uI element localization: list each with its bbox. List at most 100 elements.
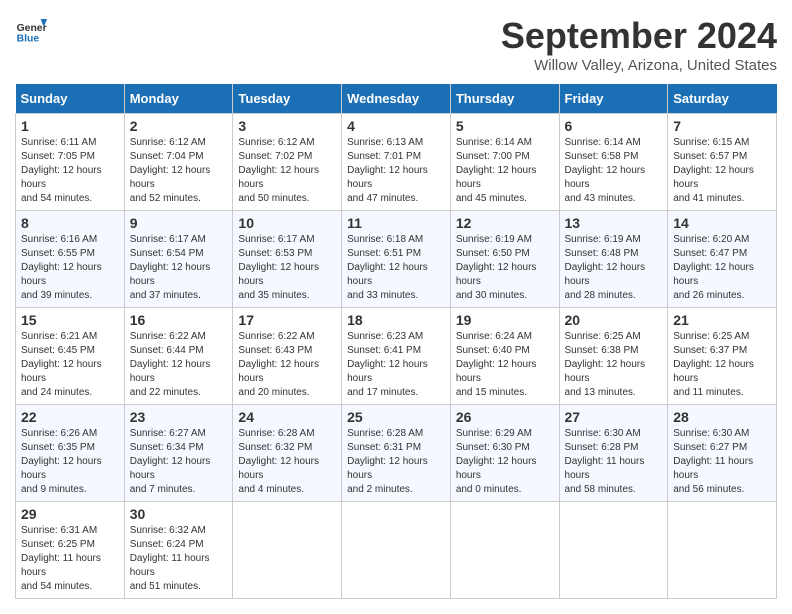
day-info: Sunrise: 6:23 AMSunset: 6:41 PMDaylight:… — [347, 330, 445, 400]
calendar-day-cell: 3Sunrise: 6:12 AMSunset: 7:02 PMDaylight… — [233, 114, 342, 211]
calendar-day-cell: 15 Sunrise: 6:21 AMSunset: 6:45 PMDayligh… — [16, 308, 125, 405]
calendar-day-cell: 6Sunrise: 6:14 AMSunset: 6:58 PMDaylight… — [559, 114, 668, 211]
day-info: Sunrise: 6:12 AMSunset: 7:04 PMDaylight:… — [130, 136, 228, 206]
day-number: 2 — [130, 118, 228, 134]
day-number: 12 — [456, 215, 554, 231]
calendar-day-cell: 30 Sunrise: 6:32 AMSunset: 6:24 PMDayligh… — [124, 502, 233, 599]
calendar-day-cell: 17 Sunrise: 6:22 AMSunset: 6:43 PMDayligh… — [233, 308, 342, 405]
day-number: 14 — [673, 215, 771, 231]
day-info: Sunrise: 6:16 AMSunset: 6:55 PMDaylight:… — [21, 233, 119, 303]
calendar-day-cell: 23Sunrise: 6:27 AMSunset: 6:34 PMDayligh… — [124, 405, 233, 502]
day-number: 25 — [347, 409, 445, 425]
day-info: Sunrise: 6:21 AMSunset: 6:45 PMDaylight:… — [21, 330, 119, 400]
calendar-day-cell: 5Sunrise: 6:14 AMSunset: 7:00 PMDaylight… — [450, 114, 559, 211]
day-number: 20 — [565, 312, 663, 328]
day-number: 18 — [347, 312, 445, 328]
day-info: Sunrise: 6:25 AMSunset: 6:37 PMDaylight:… — [673, 330, 771, 400]
day-number: 24 — [238, 409, 336, 425]
day-info: Sunrise: 6:11 AMSunset: 7:05 PMDaylight:… — [21, 136, 119, 206]
day-info: Sunrise: 6:30 AMSunset: 6:27 PMDaylight:… — [673, 427, 771, 497]
calendar-table: SundayMondayTuesdayWednesdayThursdayFrid… — [15, 84, 777, 599]
day-header-saturday: Saturday — [668, 84, 777, 114]
logo-icon: General Blue — [15, 15, 47, 47]
calendar-day-cell: 21 Sunrise: 6:25 AMSunset: 6:37 PMDayligh… — [668, 308, 777, 405]
calendar-day-cell: 1 Sunrise: 6:11 AMSunset: 7:05 PMDaylight… — [16, 114, 125, 211]
day-info: Sunrise: 6:25 AMSunset: 6:38 PMDaylight:… — [565, 330, 663, 400]
day-number: 17 — [238, 312, 336, 328]
day-info: Sunrise: 6:29 AMSunset: 6:30 PMDaylight:… — [456, 427, 554, 497]
calendar-day-cell: 9 Sunrise: 6:17 AMSunset: 6:54 PMDaylight… — [124, 211, 233, 308]
calendar-day-cell — [342, 502, 451, 599]
day-info: Sunrise: 6:24 AMSunset: 6:40 PMDaylight:… — [456, 330, 554, 400]
calendar-day-cell: 20 Sunrise: 6:25 AMSunset: 6:38 PMDayligh… — [559, 308, 668, 405]
day-number: 27 — [565, 409, 663, 425]
calendar-week-row: 8 Sunrise: 6:16 AMSunset: 6:55 PMDaylight… — [16, 211, 777, 308]
day-info: Sunrise: 6:32 AMSunset: 6:24 PMDaylight:… — [130, 524, 228, 594]
day-number: 15 — [21, 312, 119, 328]
day-number: 1 — [21, 118, 119, 134]
day-number: 4 — [347, 118, 445, 134]
day-info: Sunrise: 6:26 AMSunset: 6:35 PMDaylight:… — [21, 427, 119, 497]
day-info: Sunrise: 6:14 AMSunset: 7:00 PMDaylight:… — [456, 136, 554, 206]
calendar-week-row: 1 Sunrise: 6:11 AMSunset: 7:05 PMDaylight… — [16, 114, 777, 211]
month-title: September 2024 — [501, 15, 777, 57]
calendar-week-row: 22 Sunrise: 6:26 AMSunset: 6:35 PMDayligh… — [16, 405, 777, 502]
day-info: Sunrise: 6:20 AMSunset: 6:47 PMDaylight:… — [673, 233, 771, 303]
day-info: Sunrise: 6:30 AMSunset: 6:28 PMDaylight:… — [565, 427, 663, 497]
calendar-header-row: SundayMondayTuesdayWednesdayThursdayFrid… — [16, 84, 777, 114]
calendar-day-cell: 27 Sunrise: 6:30 AMSunset: 6:28 PMDayligh… — [559, 405, 668, 502]
calendar-day-cell: 13 Sunrise: 6:19 AMSunset: 6:48 PMDayligh… — [559, 211, 668, 308]
day-number: 19 — [456, 312, 554, 328]
day-info: Sunrise: 6:31 AMSunset: 6:25 PMDaylight:… — [21, 524, 119, 594]
day-info: Sunrise: 6:17 AMSunset: 6:54 PMDaylight:… — [130, 233, 228, 303]
svg-text:Blue: Blue — [17, 33, 40, 44]
day-info: Sunrise: 6:12 AMSunset: 7:02 PMDaylight:… — [238, 136, 336, 206]
calendar-day-cell: 11Sunrise: 6:18 AMSunset: 6:51 PMDayligh… — [342, 211, 451, 308]
day-header-sunday: Sunday — [16, 84, 125, 114]
day-number: 26 — [456, 409, 554, 425]
calendar-week-row: 15 Sunrise: 6:21 AMSunset: 6:45 PMDayligh… — [16, 308, 777, 405]
day-header-tuesday: Tuesday — [233, 84, 342, 114]
calendar-day-cell: 22 Sunrise: 6:26 AMSunset: 6:35 PMDayligh… — [16, 405, 125, 502]
calendar-day-cell: 28Sunrise: 6:30 AMSunset: 6:27 PMDayligh… — [668, 405, 777, 502]
day-info: Sunrise: 6:22 AMSunset: 6:43 PMDaylight:… — [238, 330, 336, 400]
day-header-thursday: Thursday — [450, 84, 559, 114]
calendar-day-cell — [559, 502, 668, 599]
day-header-monday: Monday — [124, 84, 233, 114]
calendar-day-cell: 12Sunrise: 6:19 AMSunset: 6:50 PMDayligh… — [450, 211, 559, 308]
day-info: Sunrise: 6:13 AMSunset: 7:01 PMDaylight:… — [347, 136, 445, 206]
calendar-day-cell — [450, 502, 559, 599]
calendar-day-cell: 16Sunrise: 6:22 AMSunset: 6:44 PMDayligh… — [124, 308, 233, 405]
day-number: 30 — [130, 506, 228, 522]
calendar-day-cell: 14 Sunrise: 6:20 AMSunset: 6:47 PMDayligh… — [668, 211, 777, 308]
day-number: 22 — [21, 409, 119, 425]
calendar-week-row: 29 Sunrise: 6:31 AMSunset: 6:25 PMDayligh… — [16, 502, 777, 599]
day-number: 21 — [673, 312, 771, 328]
calendar-day-cell: 7Sunrise: 6:15 AMSunset: 6:57 PMDaylight… — [668, 114, 777, 211]
logo: General Blue — [15, 15, 47, 47]
day-number: 23 — [130, 409, 228, 425]
day-number: 16 — [130, 312, 228, 328]
day-number: 9 — [130, 215, 228, 231]
day-number: 11 — [347, 215, 445, 231]
svg-text:General: General — [17, 23, 47, 34]
calendar-day-cell: 24Sunrise: 6:28 AMSunset: 6:32 PMDayligh… — [233, 405, 342, 502]
calendar-day-cell — [233, 502, 342, 599]
location-subtitle: Willow Valley, Arizona, United States — [501, 57, 777, 74]
day-number: 8 — [21, 215, 119, 231]
day-info: Sunrise: 6:14 AMSunset: 6:58 PMDaylight:… — [565, 136, 663, 206]
day-info: Sunrise: 6:19 AMSunset: 6:48 PMDaylight:… — [565, 233, 663, 303]
day-info: Sunrise: 6:17 AMSunset: 6:53 PMDaylight:… — [238, 233, 336, 303]
calendar-day-cell: 18 Sunrise: 6:23 AMSunset: 6:41 PMDayligh… — [342, 308, 451, 405]
calendar-day-cell: 29 Sunrise: 6:31 AMSunset: 6:25 PMDayligh… — [16, 502, 125, 599]
day-number: 7 — [673, 118, 771, 134]
calendar-day-cell: 2 Sunrise: 6:12 AMSunset: 7:04 PMDaylight… — [124, 114, 233, 211]
day-header-friday: Friday — [559, 84, 668, 114]
calendar-day-cell: 25Sunrise: 6:28 AMSunset: 6:31 PMDayligh… — [342, 405, 451, 502]
calendar-day-cell: 4 Sunrise: 6:13 AMSunset: 7:01 PMDaylight… — [342, 114, 451, 211]
day-number: 29 — [21, 506, 119, 522]
day-number: 13 — [565, 215, 663, 231]
page-header: General Blue September 2024 Willow Valle… — [15, 15, 777, 74]
calendar-day-cell: 8 Sunrise: 6:16 AMSunset: 6:55 PMDaylight… — [16, 211, 125, 308]
day-header-wednesday: Wednesday — [342, 84, 451, 114]
